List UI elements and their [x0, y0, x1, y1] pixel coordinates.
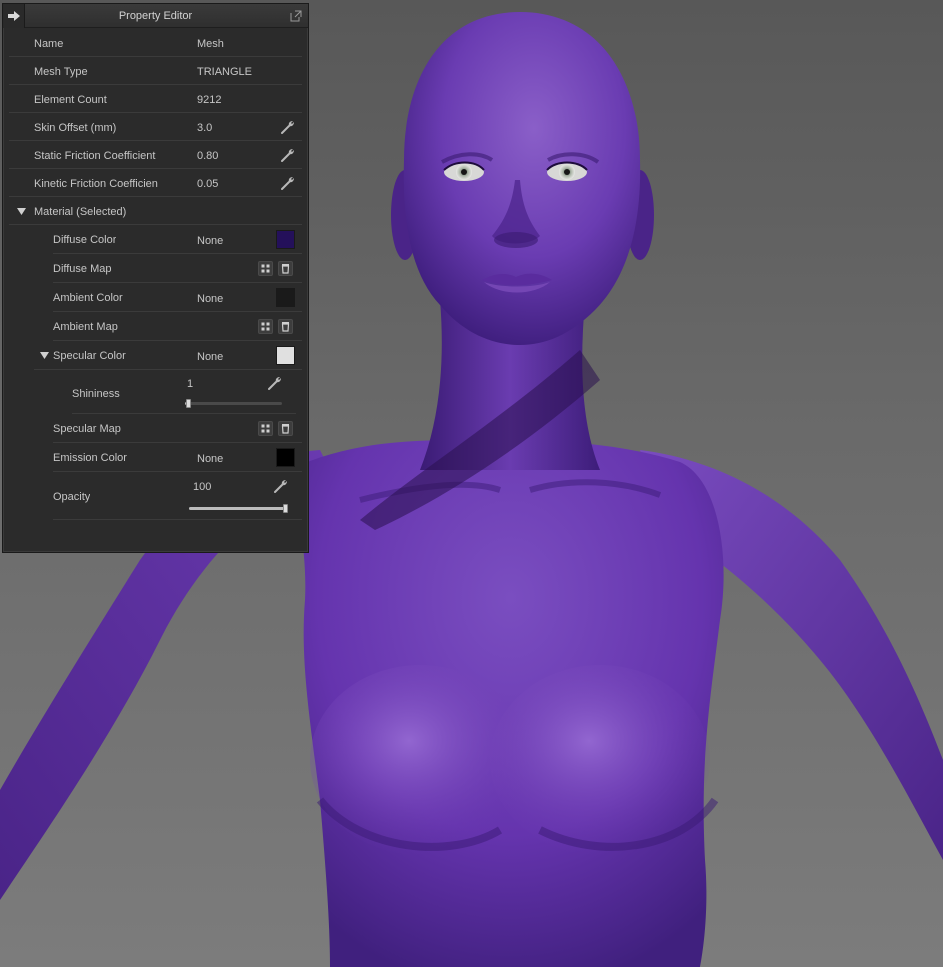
shininess-slider[interactable]	[185, 399, 282, 408]
property-value[interactable]: 9212	[197, 94, 221, 106]
clear-map-button[interactable]	[278, 319, 293, 334]
browse-map-button[interactable]	[258, 319, 273, 334]
opacity-slider-thumb[interactable]	[283, 504, 288, 513]
specular-color-swatch[interactable]	[276, 346, 295, 365]
wrench-icon[interactable]	[281, 176, 295, 190]
trash-icon	[281, 424, 290, 434]
property-value[interactable]: Mesh	[197, 38, 224, 50]
property-value[interactable]: None	[197, 453, 223, 465]
trash-icon	[281, 322, 290, 332]
panel-titlebar: Property Editor	[3, 4, 308, 28]
property-label: Name	[34, 38, 64, 50]
property-label: Specular Color	[53, 350, 126, 362]
wrench-icon[interactable]	[281, 148, 295, 162]
property-label: Diffuse Color	[53, 234, 117, 246]
right-eye	[546, 161, 588, 181]
property-label: Shininess	[72, 388, 120, 400]
property-editor-panel: Property Editor Name Mesh Mesh Type TRIA…	[2, 3, 309, 553]
property-label: Diffuse Map	[53, 263, 112, 275]
property-row-specular-color[interactable]: Specular Color None	[34, 341, 302, 370]
expand-triangle-icon[interactable]	[40, 351, 49, 360]
property-row-emission-color[interactable]: Emission Color None	[53, 443, 302, 472]
wrench-icon[interactable]	[281, 120, 295, 134]
opacity-slider[interactable]	[189, 504, 288, 513]
popout-icon[interactable]	[290, 10, 302, 22]
wrench-icon[interactable]	[274, 479, 288, 493]
grid-icon	[261, 424, 270, 433]
collapse-panel-button[interactable]	[3, 4, 25, 28]
property-value[interactable]: TRIANGLE	[197, 66, 252, 78]
left-eye	[443, 161, 485, 181]
property-row-skin-offset[interactable]: Skin Offset (mm) 3.0	[9, 113, 302, 141]
expand-triangle-icon[interactable]	[17, 207, 26, 216]
property-label: Opacity	[53, 491, 91, 503]
property-row-specular-map[interactable]: Specular Map	[53, 414, 302, 443]
property-label: Emission Color	[53, 452, 127, 464]
browse-map-button[interactable]	[258, 261, 273, 276]
property-value[interactable]: 100	[193, 481, 211, 493]
arrow-right-icon	[7, 11, 20, 21]
property-label: Ambient Map	[53, 321, 118, 333]
opacity-slider-fill	[189, 507, 285, 510]
grid-icon	[261, 322, 270, 331]
ambient-color-swatch[interactable]	[276, 288, 295, 307]
property-row-diffuse-map[interactable]: Diffuse Map	[53, 254, 302, 283]
clear-map-button[interactable]	[278, 261, 293, 276]
property-value[interactable]: None	[197, 235, 223, 247]
property-row-mesh-type[interactable]: Mesh Type TRIANGLE	[9, 57, 302, 85]
property-label: Ambient Color	[53, 292, 123, 304]
property-row-element-count[interactable]: Element Count 9212	[9, 85, 302, 113]
property-label: Specular Map	[53, 423, 121, 435]
shininess-slider-thumb[interactable]	[186, 399, 191, 408]
grid-icon	[261, 264, 270, 273]
wrench-icon[interactable]	[268, 376, 282, 390]
property-list: Name Mesh Mesh Type TRIANGLE Element Cou…	[9, 29, 302, 552]
property-row-ambient-map[interactable]: Ambient Map	[53, 312, 302, 341]
property-label: Mesh Type	[34, 66, 88, 78]
property-value[interactable]: 3.0	[197, 122, 212, 134]
property-row-shininess[interactable]: Shininess 1	[72, 370, 296, 414]
property-row-kinetic-friction[interactable]: Kinetic Friction Coefficient 0.05	[9, 169, 302, 197]
material-section-label: Material (Selected)	[34, 206, 127, 218]
property-label: Element Count	[34, 94, 107, 106]
property-row-ambient-color[interactable]: Ambient Color None	[53, 283, 302, 312]
property-value[interactable]: 1	[187, 378, 193, 390]
property-row-diffuse-color[interactable]: Diffuse Color None	[53, 225, 302, 254]
trash-icon	[281, 264, 290, 274]
diffuse-color-swatch[interactable]	[276, 230, 295, 249]
property-label: Static Friction Coefficient	[34, 150, 156, 162]
property-row-name[interactable]: Name Mesh	[9, 29, 302, 57]
property-value[interactable]: None	[197, 351, 223, 363]
property-row-opacity[interactable]: Opacity 100	[53, 472, 302, 520]
property-label: Skin Offset (mm)	[34, 122, 117, 134]
panel-title: Property Editor	[118, 10, 193, 22]
material-section-header[interactable]: Material (Selected)	[9, 197, 302, 225]
property-value[interactable]: None	[197, 293, 223, 305]
property-row-static-friction[interactable]: Static Friction Coefficient 0.80	[9, 141, 302, 169]
clear-map-button[interactable]	[278, 421, 293, 436]
emission-color-swatch[interactable]	[276, 448, 295, 467]
property-label: Kinetic Friction Coefficient	[34, 178, 158, 190]
browse-map-button[interactable]	[258, 421, 273, 436]
property-value[interactable]: 0.05	[197, 178, 218, 190]
property-value[interactable]: 0.80	[197, 150, 218, 162]
